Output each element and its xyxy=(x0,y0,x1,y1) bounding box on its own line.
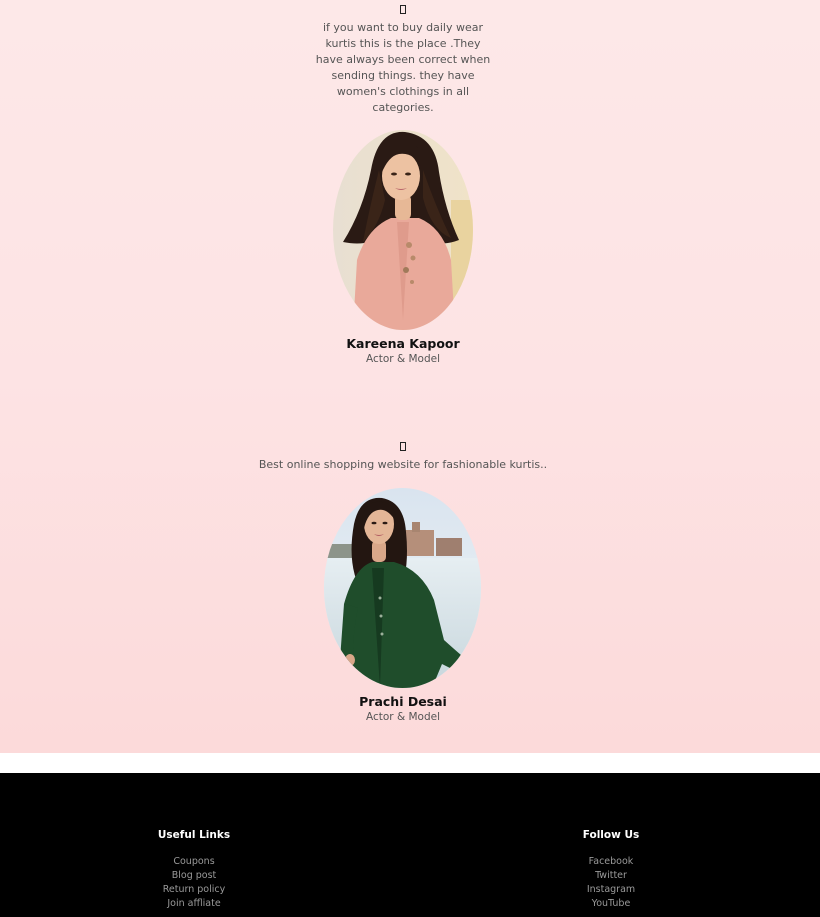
testimonial-role: Actor & Model xyxy=(365,711,441,723)
footer-link-instagram[interactable]: Instagram xyxy=(541,883,681,897)
footer-link-youtube[interactable]: YouTube xyxy=(541,897,681,911)
testimonial-name: Kareena Kapoor xyxy=(346,336,460,351)
footer-link-return-policy[interactable]: Return policy xyxy=(124,883,264,897)
useful-links-heading: Useful Links xyxy=(157,829,231,841)
testimonial-avatar xyxy=(333,130,473,330)
testimonial-role: Actor & Model xyxy=(365,353,441,365)
footer-link-blog-post[interactable]: Blog post xyxy=(124,869,264,883)
quote-icon xyxy=(396,4,410,18)
quote-icon xyxy=(396,441,410,455)
testimonial-name: Prachi Desai xyxy=(359,694,447,709)
testimonial-text: if you want to buy daily wear kurtis thi… xyxy=(315,21,491,114)
follow-us-heading: Follow Us xyxy=(582,829,640,841)
useful-links-column: Useful Links Coupons Blog post Return po… xyxy=(124,827,264,911)
testimonials-section: if you want to buy daily wear kurtis thi… xyxy=(0,0,820,753)
footer-link-facebook[interactable]: Facebook xyxy=(541,855,681,869)
testimonial-text: Best online shopping website for fashion… xyxy=(258,458,548,471)
useful-links-list: Coupons Blog post Return policy Join aff… xyxy=(124,855,264,911)
testimonial-avatar xyxy=(324,488,481,688)
follow-us-column: Follow Us Facebook Twitter Instagram You… xyxy=(541,827,681,911)
footer-link-coupons[interactable]: Coupons xyxy=(124,855,264,869)
social-links-list: Facebook Twitter Instagram YouTube xyxy=(541,855,681,911)
site-footer: Useful Links Coupons Blog post Return po… xyxy=(0,773,820,917)
footer-link-join-affiliate[interactable]: Join affliate xyxy=(124,897,264,911)
footer-link-twitter[interactable]: Twitter xyxy=(541,869,681,883)
